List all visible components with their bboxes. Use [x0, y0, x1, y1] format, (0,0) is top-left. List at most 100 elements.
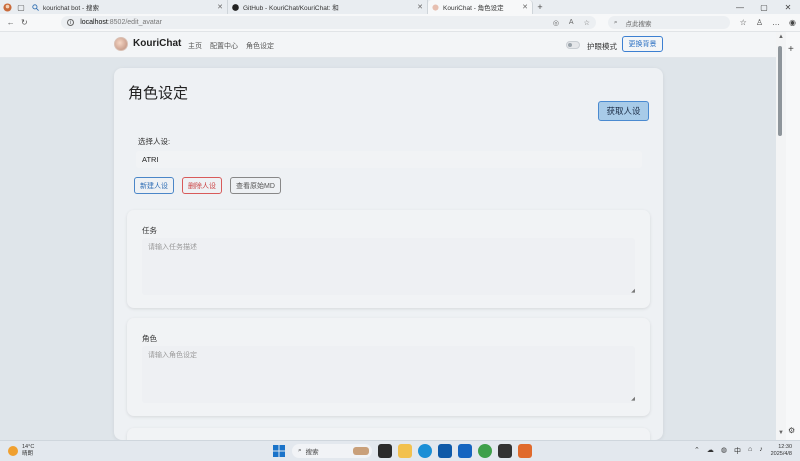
taskbar-search[interactable]: ⌕ 搜索: [292, 444, 372, 458]
workspaces-icon[interactable]: ▢: [14, 0, 28, 14]
taskbar-search-label: 搜索: [305, 449, 319, 456]
back-icon[interactable]: ←: [4, 18, 18, 27]
nav-home[interactable]: 主页: [188, 41, 202, 51]
vlc-icon[interactable]: [518, 444, 532, 458]
weather-widget[interactable]: 14°C 晴朗: [8, 444, 34, 457]
url-host: localhost: [80, 19, 108, 26]
ime-indicator[interactable]: 中: [734, 446, 741, 456]
gear-icon[interactable]: ⚙: [788, 426, 795, 435]
cloud-icon[interactable]: ☁: [707, 446, 714, 456]
view-md-button[interactable]: 查看原始MD: [230, 177, 281, 194]
select-avatar-label: 选择人设:: [138, 137, 171, 146]
taskbar-clock[interactable]: 12:30 2025/4/8: [760, 444, 792, 458]
scroll-down-icon[interactable]: ▼: [776, 430, 786, 436]
clock-time: 12:30: [778, 444, 792, 450]
edge-icon[interactable]: [418, 444, 432, 458]
outlook-icon[interactable]: [458, 444, 472, 458]
eye-mode-toggle[interactable]: [566, 41, 580, 49]
scrollbar-thumb[interactable]: [778, 46, 782, 136]
profile-status-icon[interactable]: ♙: [756, 18, 763, 27]
address-bar[interactable]: i localhost:8502/edit_avatar ◎ A ☆: [61, 16, 596, 29]
profile-icon[interactable]: [0, 0, 14, 14]
windows-start-icon[interactable]: [272, 444, 286, 458]
favorite-star-icon[interactable]: ☆: [584, 19, 590, 27]
edge-copilot-icon[interactable]: ◉: [789, 18, 796, 27]
toolbar-right: ☆ ♙ … ◉: [740, 18, 796, 27]
file-explorer-icon[interactable]: [398, 444, 412, 458]
url-path: :8502/edit_avatar: [107, 19, 162, 26]
new-avatar-button[interactable]: 新建人设: [134, 177, 174, 194]
more-icon[interactable]: …: [772, 18, 780, 27]
main-nav: 主页 配置中心 角色设定: [188, 41, 274, 51]
tab-kourichat[interactable]: KouriChat - 角色设定 ✕: [428, 0, 533, 14]
address-bar-icons: ◎ A ☆: [553, 19, 590, 27]
window-controls: — ▢ ✕: [728, 3, 800, 12]
nav-config[interactable]: 配置中心: [210, 41, 238, 51]
windows-taskbar: 14°C 晴朗 ⌕ 搜索 ⌃ ☁ ◍ 中 ⌂ ♪ 12:30 2025/4/8: [0, 440, 800, 461]
browser-toolbar: ← ↻ i localhost:8502/edit_avatar ◎ A ☆ ⌕…: [0, 14, 800, 32]
role-label: 角色: [142, 334, 157, 343]
chevron-up-icon[interactable]: ⌃: [694, 446, 700, 456]
task-label: 任务: [142, 226, 157, 235]
avatar-editor-panel: 角色设定 获取人设 选择人设: ATRI 新建人设 删除人设 查看原始MD 任务…: [114, 68, 663, 440]
close-icon[interactable]: ✕: [417, 3, 423, 11]
store-icon[interactable]: [438, 444, 452, 458]
add-sidebar-icon[interactable]: +: [788, 44, 794, 55]
change-background-button[interactable]: 更换背景: [622, 36, 663, 52]
info-icon[interactable]: i: [67, 19, 75, 26]
weather-desc: 晴朗: [22, 450, 34, 457]
next-card: [127, 428, 650, 440]
system-tray: ⌃ ☁ ◍ 中 ⌂ ♪: [694, 446, 763, 456]
maximize-icon[interactable]: ▢: [752, 3, 776, 12]
avatar-select[interactable]: ATRI: [136, 151, 642, 168]
clock-date: 2025/4/8: [770, 451, 792, 457]
close-icon[interactable]: ✕: [217, 3, 223, 11]
search-icon: ⌕: [613, 18, 618, 26]
page-title: 角色设定: [128, 85, 189, 102]
nav-avatar[interactable]: 角色设定: [246, 41, 274, 51]
tab-search[interactable]: kourichat bot - 搜索 ✕: [28, 0, 228, 14]
brand-name[interactable]: KouriChat: [133, 38, 181, 49]
role-textarea[interactable]: 请输入角色设定: [142, 346, 635, 403]
avatar-actions: 新建人设 删除人设 查看原始MD: [134, 177, 281, 194]
taskbar-apps: ⌕ 搜索: [272, 444, 532, 458]
scroll-up-icon[interactable]: ▲: [776, 34, 786, 40]
tab-label: KouriChat - 角色设定: [443, 5, 504, 12]
weather-sun-icon: [8, 445, 18, 456]
search-tab-icon: [32, 3, 39, 11]
reload-icon[interactable]: ↻: [18, 18, 32, 27]
fetch-avatar-button[interactable]: 获取人设: [598, 101, 649, 121]
resize-grip-icon[interactable]: ◢: [631, 396, 635, 402]
wechat-icon[interactable]: [478, 444, 492, 458]
eye-mode-label: 护眼模式: [587, 42, 617, 51]
page-scrollbar[interactable]: ▲ ▼: [776, 32, 786, 440]
app-navbar: KouriChat 主页 配置中心 角色设定 护眼模式 更换背景: [0, 32, 776, 58]
github-icon: [232, 3, 239, 11]
weather-temp: 14°C: [22, 444, 35, 450]
close-icon[interactable]: ✕: [522, 3, 528, 11]
search-highlight-icon: [353, 447, 369, 455]
avatar-logo: [114, 37, 128, 51]
read-aloud-icon[interactable]: A: [569, 19, 574, 27]
delete-avatar-button[interactable]: 删除人设: [182, 177, 222, 194]
tab-github[interactable]: GitHub - KouriChat/KouriChat: 和 ✕: [228, 0, 428, 14]
tab-label: kourichat bot - 搜索: [43, 5, 99, 12]
window-close-icon[interactable]: ✕: [776, 3, 800, 12]
search-icon: ⌕: [298, 447, 302, 454]
browser-search-box[interactable]: ⌕ 点此搜索: [607, 16, 730, 29]
browser-tab-strip: ▢ kourichat bot - 搜索 ✕ GitHub - KouriCha…: [0, 0, 800, 14]
translate-icon[interactable]: ◎: [553, 19, 559, 27]
task-card: 任务 请输入任务描述 ◢: [127, 210, 650, 308]
task-textarea[interactable]: 请输入任务描述: [142, 238, 635, 295]
task-view-icon[interactable]: [378, 444, 392, 458]
minimize-icon[interactable]: —: [728, 3, 752, 12]
terminal-icon[interactable]: [498, 444, 512, 458]
tab-label: GitHub - KouriChat/KouriChat: 和: [243, 5, 339, 12]
language-icon[interactable]: ◍: [721, 446, 727, 456]
kourichat-tab-icon: [432, 3, 439, 11]
resize-grip-icon[interactable]: ◢: [631, 288, 635, 294]
favorites-icon[interactable]: ☆: [740, 18, 747, 27]
search-placeholder: 点此搜索: [625, 20, 652, 28]
new-tab-icon[interactable]: +: [533, 2, 547, 12]
network-icon[interactable]: ⌂: [748, 446, 752, 456]
